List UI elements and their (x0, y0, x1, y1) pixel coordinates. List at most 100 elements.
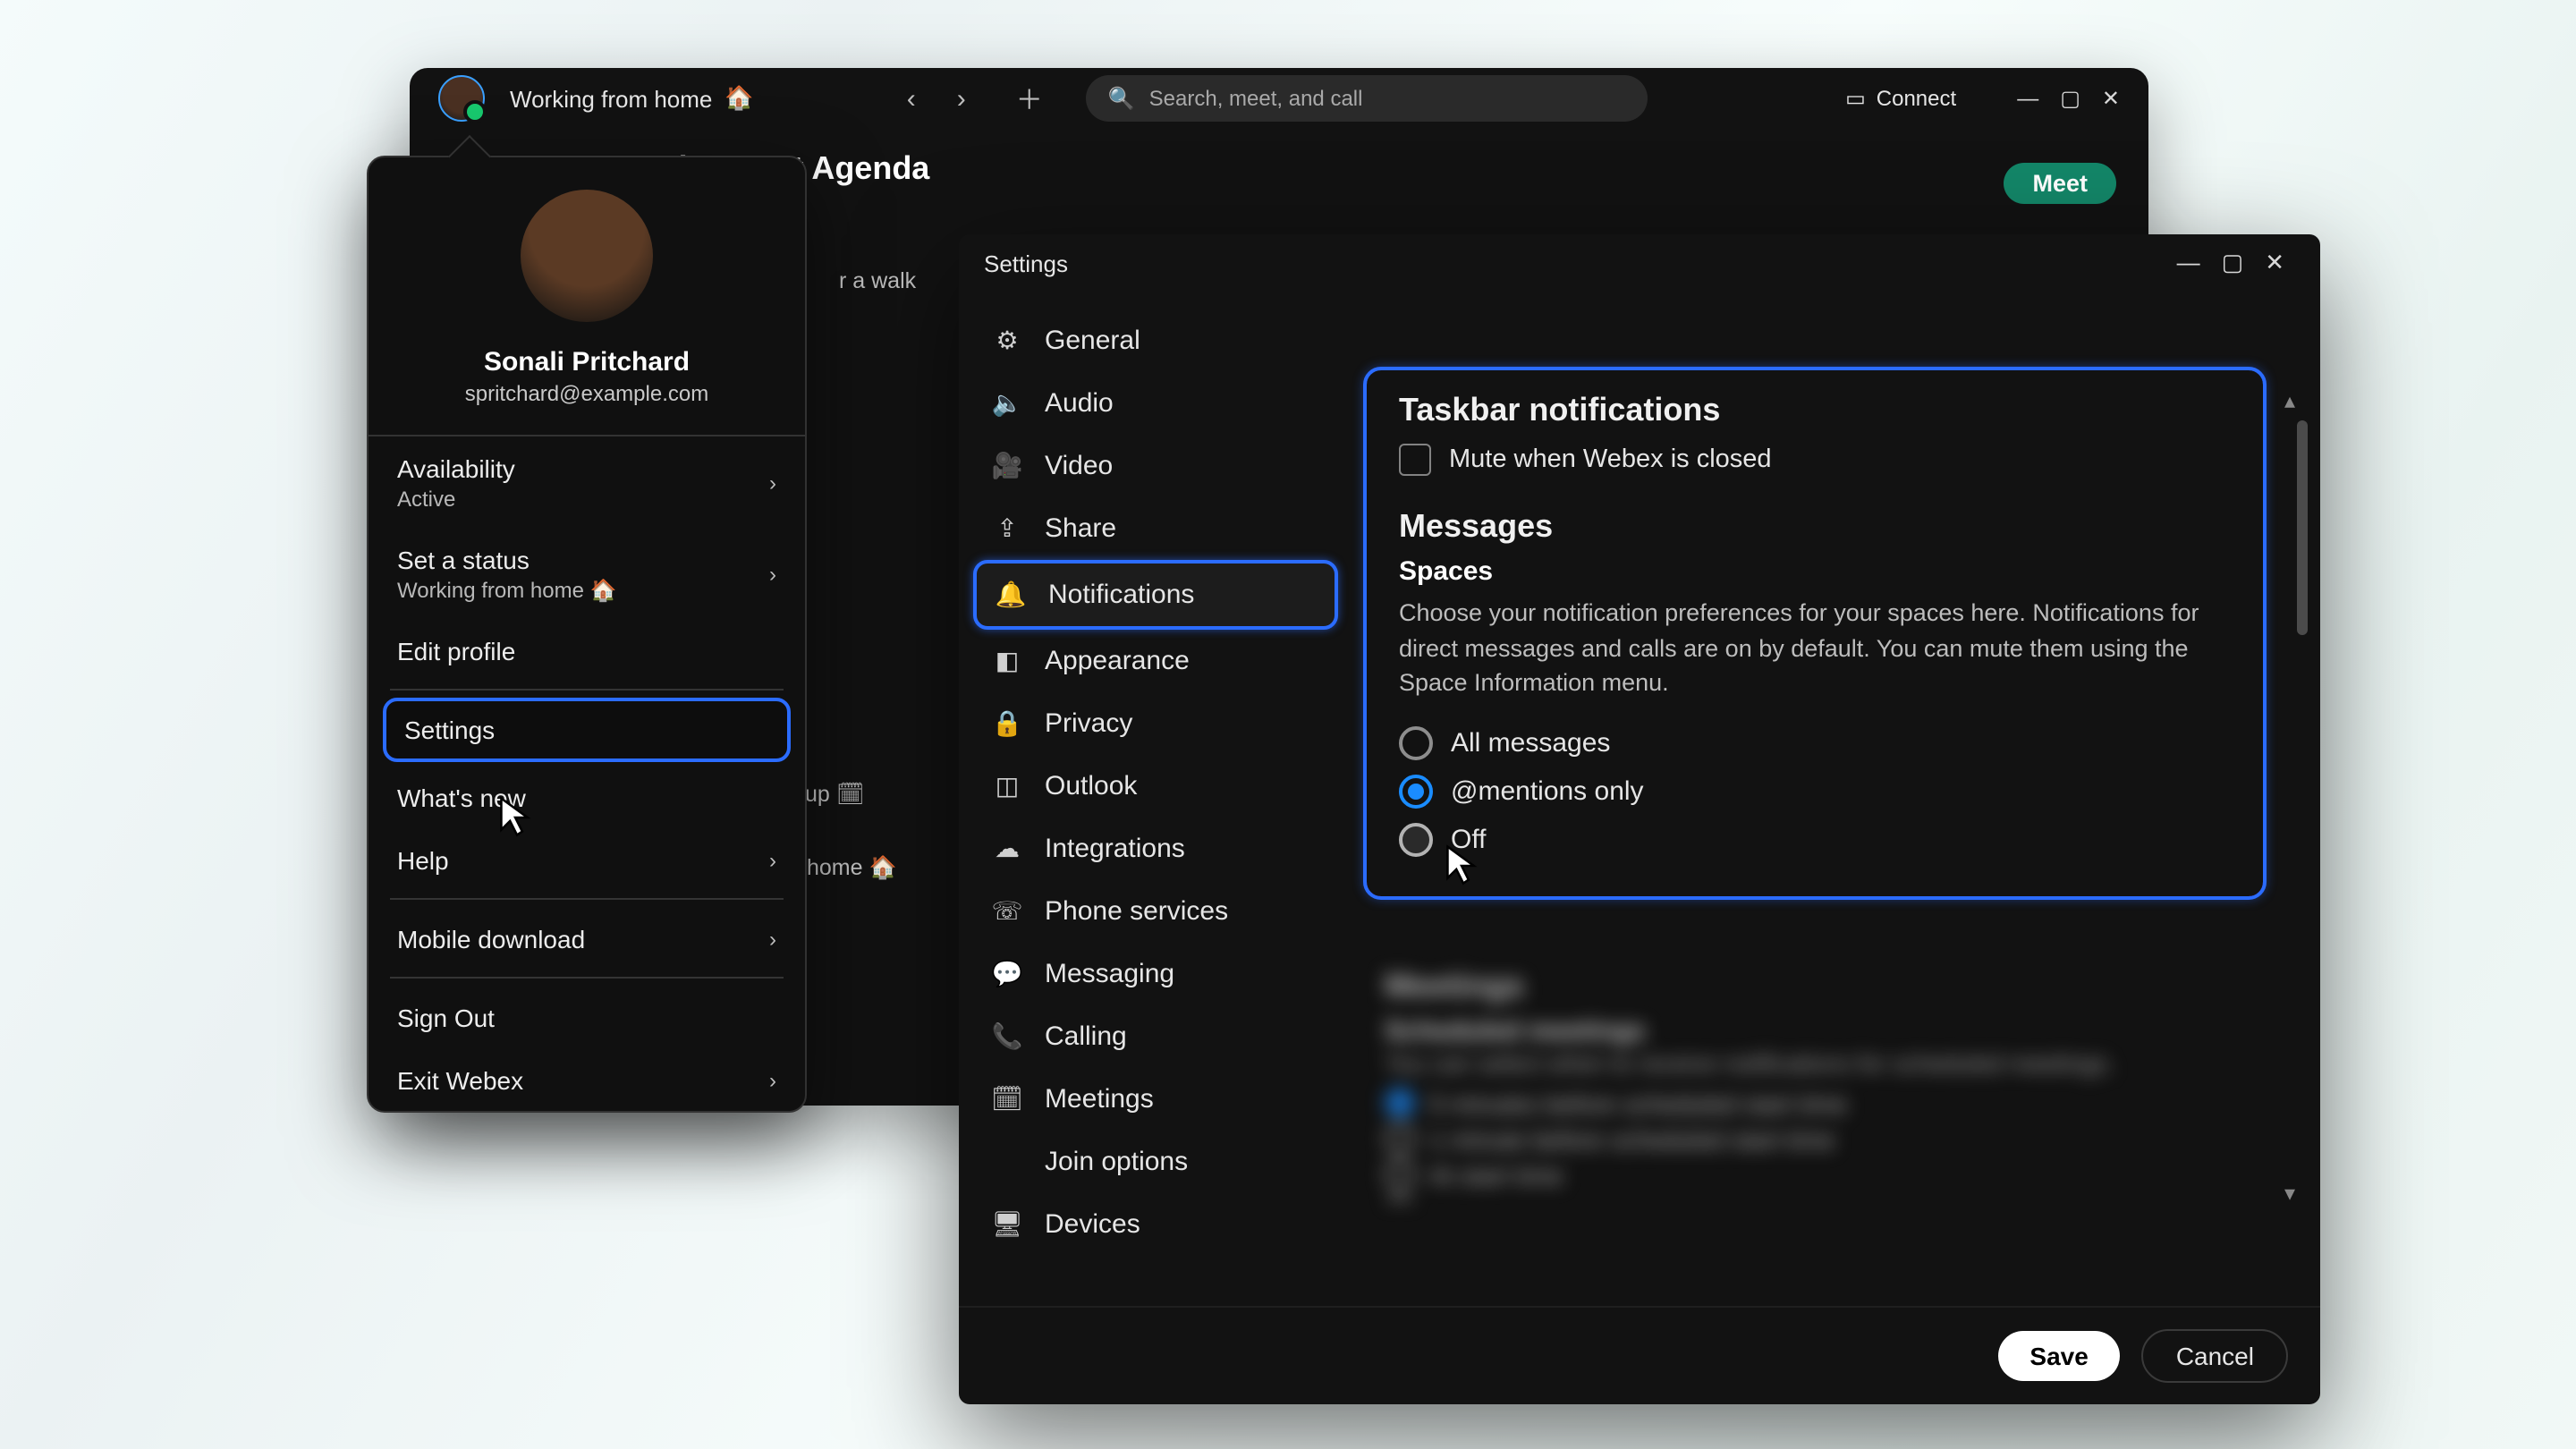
nav-general[interactable]: ⚙General (973, 309, 1338, 372)
nav-video[interactable]: 🎥 Video (973, 435, 1338, 497)
phone-icon: 📞 (991, 1021, 1023, 1052)
nav-integrations[interactable]: ☁Integrations (973, 818, 1338, 880)
search-icon: 🔍 (1108, 86, 1135, 111)
dialog-maximize-icon[interactable]: ▢ (2222, 249, 2244, 277)
nav-audio[interactable]: 🔈Audio (973, 372, 1338, 435)
camera-icon: 🎥 (991, 451, 1023, 481)
scroll-up-icon[interactable]: ▴ (2284, 388, 2309, 413)
meet-button[interactable]: Meet (2004, 162, 2116, 203)
menu-edit-profile-label: Edit profile (397, 637, 515, 665)
nav-join-options[interactable]: Join options (973, 1131, 1338, 1193)
nav-label: Outlook (1045, 771, 1137, 801)
nav-notifications[interactable]: 🔔 Notifications (973, 560, 1338, 630)
dialog-close-icon[interactable]: ✕ (2265, 249, 2284, 277)
chevron-right-icon: › (769, 848, 776, 873)
connect-button[interactable]: ▭ Connect (1845, 86, 1956, 111)
radio-all-messages-label: All messages (1451, 727, 1610, 758)
messages-section-title: Messages (1399, 508, 2231, 546)
nav-label: Notifications (1048, 580, 1194, 610)
scroll-down-icon[interactable]: ▾ (2284, 1181, 2309, 1206)
user-avatar-large[interactable] (521, 190, 653, 322)
nav-label: Share (1045, 513, 1116, 544)
menu-mobile-download-label: Mobile download (397, 925, 585, 953)
chevron-right-icon: › (769, 562, 776, 587)
plus-icon[interactable]: ＋ (1015, 80, 1044, 117)
cancel-button[interactable]: Cancel (2142, 1329, 2288, 1383)
menu-set-status[interactable]: Set a status Working from home 🏠 › (369, 528, 805, 619)
radio-all-messages[interactable]: All messages (1399, 718, 2231, 767)
radio-icon-selected[interactable] (1399, 774, 1433, 808)
taskbar-notifications-panel: Taskbar notifications Mute when Webex is… (1363, 367, 2267, 899)
nav-phone-services[interactable]: ☏Phone services (973, 880, 1338, 943)
nav-label: Meetings (1045, 1084, 1154, 1114)
chevron-right-icon: › (769, 1068, 776, 1093)
chevron-right-icon: › (769, 927, 776, 952)
close-icon[interactable]: ✕ (2102, 86, 2120, 111)
nav-outlook[interactable]: ◫ Outlook (973, 755, 1338, 818)
cloud-icon: ☁ (991, 834, 1023, 864)
lock-icon: 🔒 (991, 708, 1023, 739)
menu-help[interactable]: Help › (369, 828, 805, 891)
nav-privacy[interactable]: 🔒 Privacy (973, 692, 1338, 755)
user-avatar-small[interactable] (438, 75, 485, 122)
menu-availability[interactable]: Availability Active › (369, 436, 805, 528)
spaces-description: Choose your notification preferences for… (1399, 596, 2231, 700)
nav-messaging[interactable]: 💬Messaging (973, 943, 1338, 1005)
settings-sidebar: ⚙General 🔈Audio 🎥 Video ⇪ Share 🔔 Notificat… (959, 292, 1349, 1306)
nav-devices[interactable]: 🖥Devices (973, 1193, 1338, 1256)
radio-off[interactable]: Off (1399, 815, 2231, 863)
menu-separator (390, 689, 784, 691)
settings-footer: Save Cancel (959, 1306, 2320, 1404)
menu-sign-out[interactable]: Sign Out (369, 986, 805, 1048)
profile-email: spritchard@example.com (386, 381, 787, 406)
nav-label: Privacy (1045, 708, 1132, 739)
nav-forward-icon[interactable]: › (947, 83, 976, 114)
settings-dialog-title: Settings (984, 250, 1068, 276)
menu-exit-webex[interactable]: Exit Webex › (369, 1048, 805, 1111)
nav-label: Appearance (1045, 646, 1190, 676)
settings-dialog: Settings — ▢ ✕ ⚙General 🔈Audio 🎥 Video ⇪ S… (959, 234, 2320, 1404)
menu-exit-webex-label: Exit Webex (397, 1066, 523, 1095)
menu-availability-label: Availability (397, 454, 515, 483)
settings-titlebar: Settings — ▢ ✕ (959, 234, 2320, 292)
spaces-subtitle: Spaces (1399, 556, 2231, 587)
nav-label: Join options (1045, 1147, 1188, 1177)
mute-checkbox-row[interactable]: Mute when Webex is closed (1399, 444, 2231, 476)
nav-label: Messaging (1045, 959, 1174, 989)
nav-appearance[interactable]: ◧Appearance (973, 630, 1338, 692)
minimize-icon[interactable]: — (2017, 86, 2038, 111)
mute-checkbox-label: Mute when Webex is closed (1449, 445, 1772, 474)
taskbar-notifications-title: Taskbar notifications (1399, 392, 2231, 429)
scrollbar-thumb[interactable] (2297, 420, 2308, 635)
working-status-text[interactable]: Working from home (510, 85, 712, 112)
menu-whats-new[interactable]: What's new (369, 766, 805, 828)
radio-off-label: Off (1451, 824, 1486, 854)
menu-help-label: Help (397, 846, 449, 875)
radio-icon[interactable] (1399, 822, 1433, 856)
nav-meetings[interactable]: 🗓Meetings (973, 1068, 1338, 1131)
nav-label: Video (1045, 451, 1113, 481)
checkbox-unchecked-icon[interactable] (1399, 444, 1431, 476)
menu-settings[interactable]: Settings (383, 698, 791, 762)
nav-label: Audio (1045, 388, 1114, 419)
menu-mobile-download[interactable]: Mobile download › (369, 907, 805, 970)
profile-hero: Sonali Pritchard spritchard@example.com (369, 157, 805, 436)
radio-icon[interactable] (1399, 725, 1433, 759)
dialog-minimize-icon[interactable]: — (2177, 249, 2200, 277)
bell-icon: 🔔 (995, 580, 1027, 610)
headset-icon: ☏ (991, 896, 1023, 927)
house-icon: 🏠 (724, 84, 753, 113)
nav-calling[interactable]: 📞Calling (973, 1005, 1338, 1068)
nav-share[interactable]: ⇪ Share (973, 497, 1338, 560)
nav-back-icon[interactable]: ‹ (897, 83, 926, 114)
connect-icon: ▭ (1845, 86, 1866, 111)
profile-name: Sonali Pritchard (386, 347, 787, 377)
main-titlebar: Working from home 🏠 ‹ › ＋ 🔍 Search, meet… (410, 68, 2148, 129)
share-icon: ⇪ (991, 513, 1023, 544)
outlook-icon: ◫ (991, 771, 1023, 801)
menu-edit-profile[interactable]: Edit profile (369, 619, 805, 682)
radio-mentions-only[interactable]: @mentions only (1399, 767, 2231, 815)
maximize-icon[interactable]: ▢ (2060, 86, 2080, 111)
search-input[interactable]: 🔍 Search, meet, and call (1087, 75, 1648, 122)
save-button[interactable]: Save (1997, 1331, 2120, 1381)
